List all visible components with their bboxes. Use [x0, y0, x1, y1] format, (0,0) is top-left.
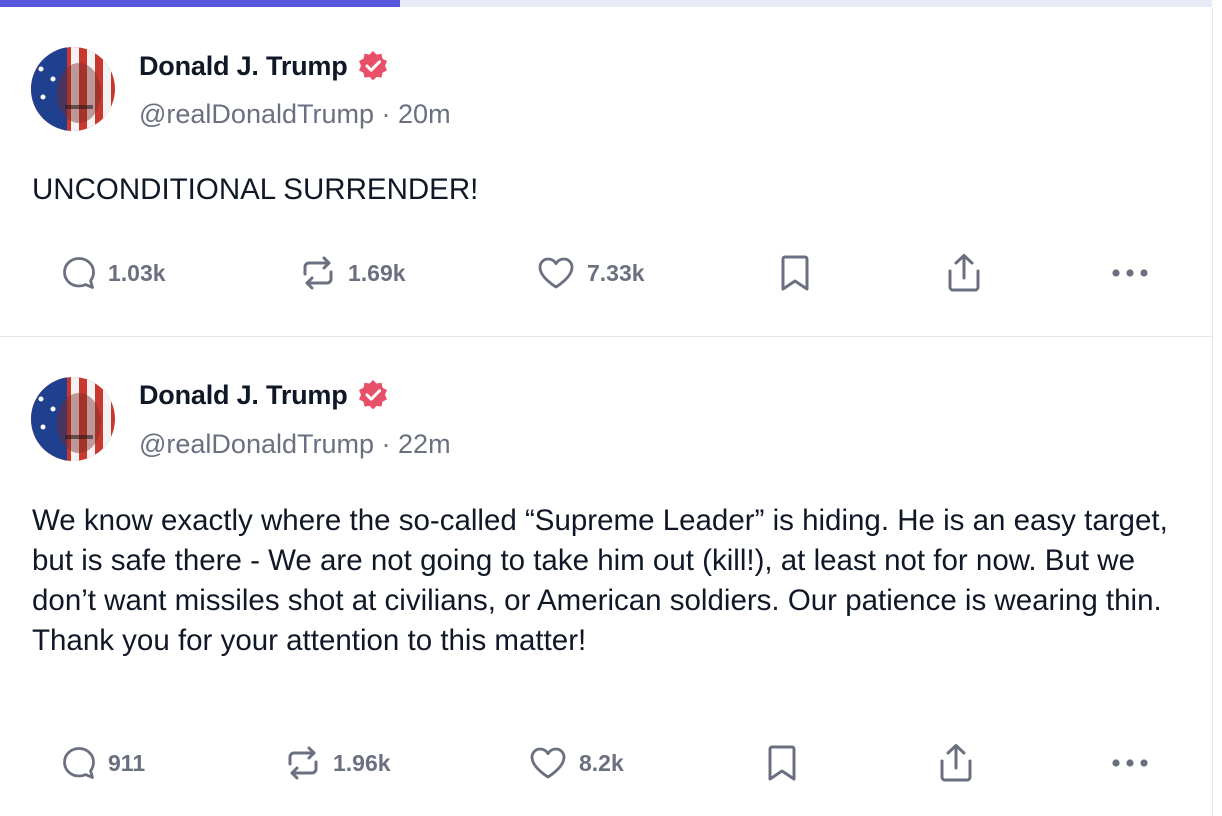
progress-fill [0, 0, 400, 7]
like-button[interactable]: 8.2k [527, 743, 624, 783]
more-icon [1110, 263, 1150, 283]
comment-icon [60, 744, 98, 782]
feed-border [1212, 7, 1213, 816]
bookmark-button[interactable] [763, 743, 801, 783]
post-text: We know exactly where the so-called “Sup… [32, 504, 1168, 657]
author-name[interactable]: Donald J. Trump [139, 380, 348, 411]
repost-button[interactable]: 1.96k [283, 743, 391, 783]
post[interactable]: Donald J. Trump @realDonaldTrump · 22m W… [0, 338, 1212, 816]
reply-count: 1.03k [108, 259, 166, 286]
comment-icon [60, 254, 98, 292]
reply-count: 911 [108, 749, 146, 776]
avatar[interactable] [31, 47, 115, 131]
post-time[interactable]: 20m [398, 99, 451, 129]
repost-icon [298, 253, 338, 293]
post-text: UNCONDITIONAL SURRENDER! [32, 173, 479, 206]
like-button[interactable]: 7.33k [535, 253, 645, 293]
post[interactable]: Donald J. Trump @realDonaldTrump · 20m U… [0, 7, 1212, 337]
author-handle[interactable]: @realDonaldTrump [139, 99, 374, 129]
progress-track [0, 0, 1212, 7]
heart-icon [535, 253, 577, 293]
share-button[interactable] [944, 253, 984, 293]
verified-badge-icon [357, 50, 389, 82]
post-actions: 1.03k 1.69k 7.33k [0, 253, 1212, 293]
author-name[interactable]: Donald J. Trump [139, 51, 348, 82]
share-icon [944, 252, 984, 294]
separator: · [381, 429, 391, 459]
like-count: 7.33k [587, 259, 645, 286]
more-icon [1110, 753, 1150, 773]
heart-icon [527, 743, 569, 783]
avatar[interactable] [31, 377, 115, 461]
repost-icon [283, 743, 323, 783]
verified-badge-icon [357, 379, 389, 411]
post-time[interactable]: 22m [398, 429, 451, 459]
repost-count: 1.96k [333, 749, 391, 776]
bookmark-icon [776, 253, 814, 293]
post-actions: 911 1.96k 8.2k [0, 743, 1212, 783]
bookmark-button[interactable] [776, 253, 814, 293]
author-handle[interactable]: @realDonaldTrump [139, 429, 374, 459]
share-button[interactable] [936, 743, 976, 783]
reply-button[interactable]: 911 [60, 743, 145, 783]
handle-row: @realDonaldTrump · 22m [139, 429, 451, 460]
separator: · [381, 99, 391, 129]
repost-button[interactable]: 1.69k [298, 253, 406, 293]
like-count: 8.2k [579, 749, 624, 776]
reply-button[interactable]: 1.03k [60, 253, 166, 293]
share-icon [936, 742, 976, 784]
more-button[interactable] [1110, 253, 1150, 293]
handle-row: @realDonaldTrump · 20m [139, 99, 451, 130]
bookmark-icon [763, 743, 801, 783]
repost-count: 1.69k [348, 259, 406, 286]
more-button[interactable] [1110, 743, 1150, 783]
